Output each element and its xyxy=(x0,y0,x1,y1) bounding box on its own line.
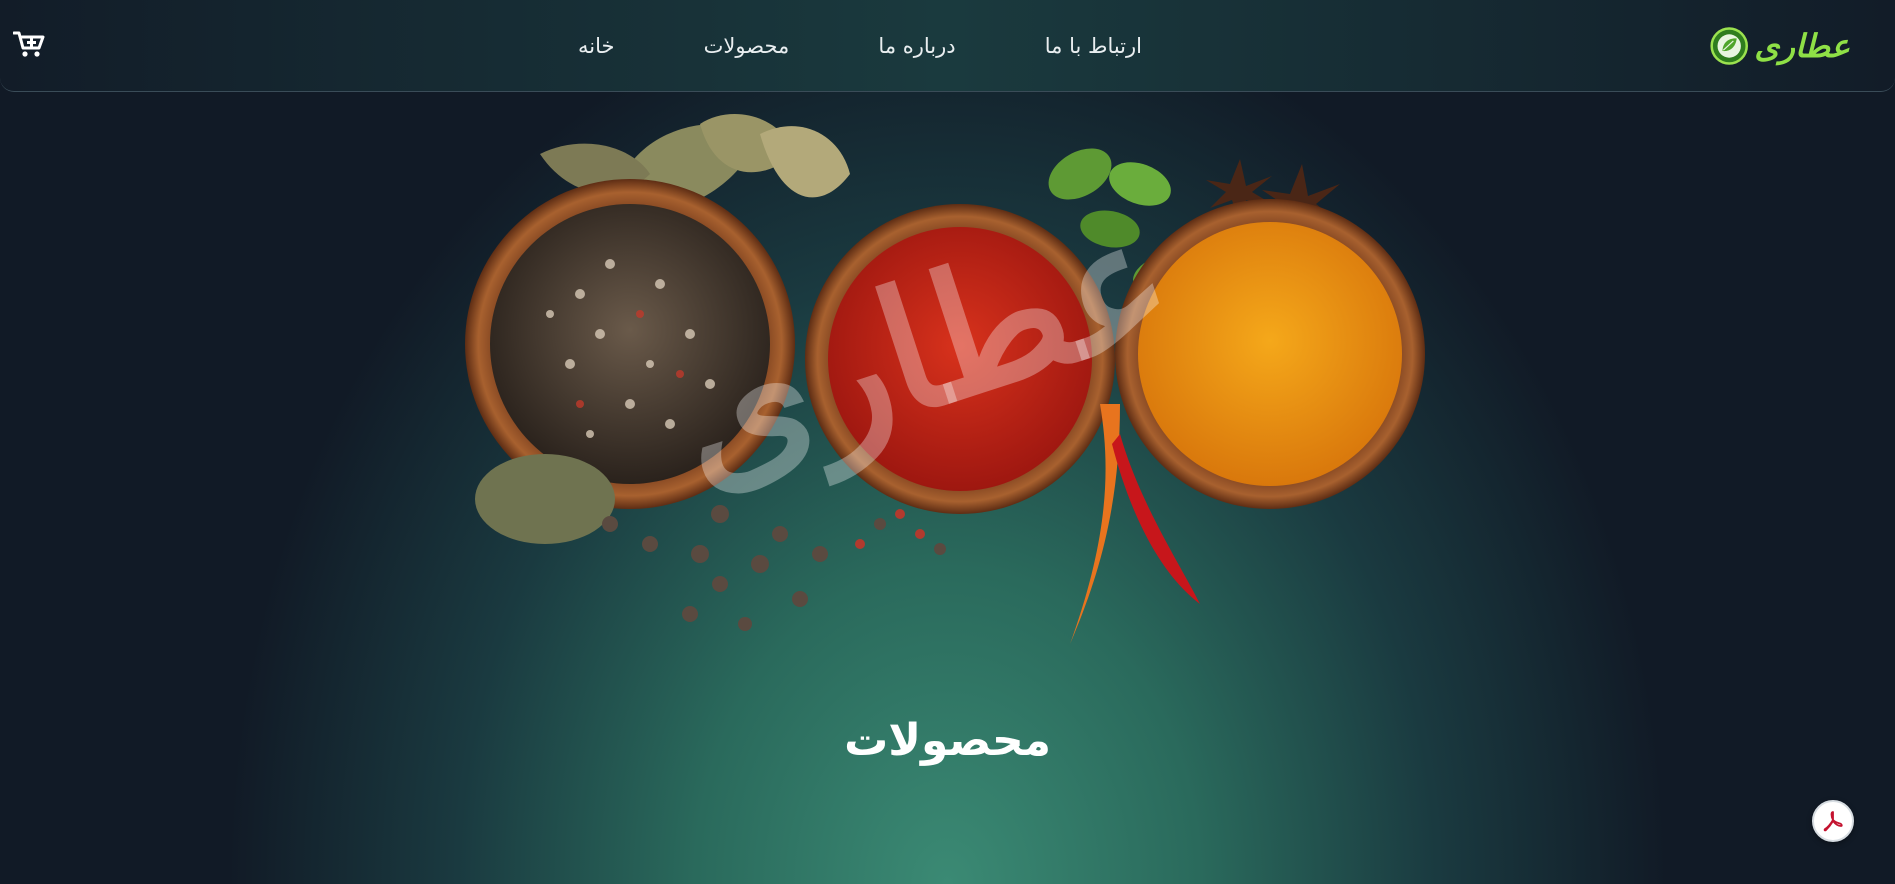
navbar: خانه محصولات درباره ما ارتباط با ما عطار… xyxy=(0,0,1895,92)
hero-spices-image: عطاری xyxy=(460,104,1435,664)
nav-link-about[interactable]: درباره ما xyxy=(860,34,973,58)
leaf-circle-icon xyxy=(1710,27,1748,65)
peppercorns xyxy=(602,505,946,631)
cart-button[interactable] xyxy=(10,26,48,62)
spices-illustration: عطاری xyxy=(465,114,1425,644)
oregano-pile xyxy=(475,454,615,544)
nav-link-products[interactable]: محصولات xyxy=(686,34,808,58)
pdf-icon xyxy=(1823,811,1843,832)
brand-name: عطاری xyxy=(1754,27,1850,65)
products-section-title: محصولات xyxy=(844,715,1051,766)
brand-logo[interactable]: عطاری xyxy=(1710,18,1850,74)
nav-link-contact[interactable]: ارتباط با ما xyxy=(1027,34,1160,58)
cart-plus-icon xyxy=(13,31,45,57)
pdf-button[interactable] xyxy=(1812,800,1854,842)
nav-link-home[interactable]: خانه xyxy=(560,34,632,58)
nav-links: خانه محصولات درباره ما ارتباط با ما xyxy=(560,28,1160,64)
